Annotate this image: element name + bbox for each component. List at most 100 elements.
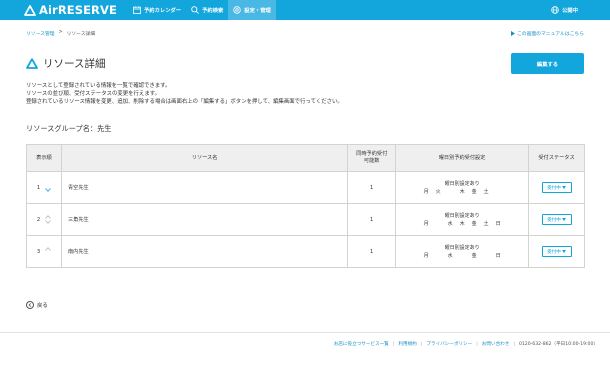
back-link[interactable]: 戻る bbox=[26, 301, 48, 309]
day-label: 金 bbox=[471, 220, 477, 227]
footer-separator: | bbox=[513, 341, 515, 347]
move-down-icon[interactable] bbox=[45, 188, 51, 192]
table-header-row: 表示順 リソース名 同時予約受付 可能数 曜日別予約受付設定 受付ステータス bbox=[26, 144, 585, 172]
breadcrumb-current: リソース詳細 bbox=[66, 32, 96, 37]
move-up-icon bbox=[45, 183, 51, 187]
table-row: 1 青空先生 1 曜日別設定あり 月 火 木 金 土 受付中 bbox=[26, 171, 585, 204]
weekday-note: 曜日別設定あり bbox=[444, 212, 480, 219]
manual-link-label: この画面のマニュアルはこちら bbox=[516, 32, 584, 37]
display-order-cell: 3 bbox=[26, 235, 62, 268]
app-header: AirRESERVE 予約カレンダー 予約検索 設定・管理 公開中 bbox=[0, 0, 610, 20]
publish-label: 公開中 bbox=[562, 8, 578, 14]
header-reception-status: 受付ステータス bbox=[528, 144, 585, 172]
breadcrumb-resource-management[interactable]: リソース管理 bbox=[26, 30, 55, 37]
footer-link-privacy[interactable]: プライバシーポリシー bbox=[426, 341, 472, 347]
footer-separator: | bbox=[476, 341, 478, 347]
table-row: 3 南内先生 1 曜日別設定あり 月 水 金 日 受付中 bbox=[26, 235, 585, 268]
nav-label: 予約カレンダー bbox=[144, 8, 182, 14]
weekday-settings-cell: 曜日別設定あり 月 水 木 金 土 日 bbox=[395, 203, 530, 236]
day-label: 月 bbox=[423, 188, 429, 195]
reception-status-cell: 受付中 bbox=[528, 235, 585, 268]
order-number: 1 bbox=[36, 184, 41, 191]
gear-icon bbox=[233, 6, 241, 14]
dropdown-triangle-icon bbox=[561, 250, 566, 253]
status-dropdown[interactable]: 受付中 bbox=[541, 182, 572, 193]
nav-settings-management[interactable]: 設定・管理 bbox=[228, 0, 276, 20]
logo-text: AirRESERVE bbox=[39, 3, 117, 17]
triangle-logo-icon bbox=[24, 4, 36, 16]
header-display-order: 表示順 bbox=[26, 144, 62, 172]
nav-reservation-calendar[interactable]: 予約カレンダー bbox=[128, 0, 186, 20]
header-resource-name: リソース名 bbox=[60, 144, 349, 172]
resource-name-cell: 南内先生 bbox=[60, 235, 349, 268]
footer-separator: | bbox=[420, 341, 423, 347]
globe-icon bbox=[551, 6, 559, 14]
move-up-icon[interactable] bbox=[45, 247, 51, 251]
day-label: 木 bbox=[459, 188, 465, 195]
day-label bbox=[480, 252, 492, 260]
weekday-settings-cell: 曜日別設定あり 月 水 金 日 bbox=[395, 235, 530, 268]
nav-reservation-search[interactable]: 予約検索 bbox=[186, 0, 228, 20]
page-title-row: リソース詳細 bbox=[26, 56, 105, 71]
page-description: リソースとして登録されている情報を一覧で確認できます。 リソースの並び順、受付ス… bbox=[26, 82, 343, 106]
description-line: リソースとして登録されている情報を一覧で確認できます。 bbox=[26, 83, 171, 89]
header-concurrent-line: 可能数 bbox=[363, 158, 380, 164]
day-label: 金 bbox=[471, 188, 477, 195]
footer: お店に役立つサービス一覧 | 利用規約 | プライバシーポリシー | お問い合わ… bbox=[334, 341, 598, 348]
day-label: 金 bbox=[471, 252, 477, 259]
weekday-days: 月 火 木 金 土 bbox=[396, 188, 528, 196]
day-label: 月 bbox=[423, 252, 429, 259]
day-label: 木 bbox=[459, 220, 465, 227]
header-weekday-settings: 曜日別予約受付設定 bbox=[395, 144, 530, 172]
day-label bbox=[432, 252, 444, 260]
weekday-note: 曜日別設定あり bbox=[444, 244, 480, 251]
move-down-icon[interactable] bbox=[45, 220, 51, 224]
back-arrow-icon bbox=[26, 301, 34, 309]
nav-label: 予約検索 bbox=[202, 8, 224, 14]
order-number: 2 bbox=[36, 216, 41, 223]
footer-divider bbox=[0, 332, 610, 333]
day-label: 土 bbox=[483, 188, 489, 195]
status-value: 受付中 bbox=[547, 249, 561, 255]
weekday-days: 月 水 金 日 bbox=[396, 252, 528, 260]
dropdown-triangle-icon bbox=[561, 218, 566, 221]
resource-name-cell: 青空先生 bbox=[60, 171, 349, 204]
breadcrumb-separator: > bbox=[58, 30, 63, 35]
footer-link-terms[interactable]: 利用規約 bbox=[398, 341, 416, 347]
header-concurrent-capacity: 同時予約受付 可能数 bbox=[347, 144, 397, 172]
table-row: 2 三角先生 1 曜日別設定あり 月 水 木 金 土 日 受付中 bbox=[26, 203, 585, 236]
manual-link[interactable]: この画面のマニュアルはこちら bbox=[510, 30, 584, 37]
weekday-settings-cell: 曜日別設定あり 月 火 木 金 土 bbox=[395, 171, 530, 204]
page-title: リソース詳細 bbox=[43, 58, 106, 70]
resource-name-cell: 三角先生 bbox=[60, 203, 349, 236]
display-order-cell: 2 bbox=[26, 203, 62, 236]
dropdown-triangle-icon bbox=[561, 186, 566, 189]
main-nav: 予約カレンダー 予約検索 設定・管理 bbox=[128, 0, 276, 20]
triangle-title-icon bbox=[26, 58, 38, 69]
order-number: 3 bbox=[36, 248, 41, 255]
day-label bbox=[432, 220, 444, 228]
reception-status-cell: 受付中 bbox=[528, 171, 585, 204]
play-arrow-icon bbox=[510, 31, 515, 36]
day-label: 月 bbox=[423, 220, 429, 227]
airreserve-logo[interactable]: AirRESERVE bbox=[24, 3, 117, 17]
day-label bbox=[492, 188, 504, 196]
status-dropdown[interactable]: 受付中 bbox=[541, 214, 572, 225]
move-down-icon bbox=[45, 252, 51, 256]
edit-button[interactable]: 編集する bbox=[511, 53, 584, 74]
footer-link-contact[interactable]: お問い合わせ bbox=[482, 341, 510, 347]
status-value: 受付中 bbox=[547, 217, 561, 223]
resource-group-name: リソースグループ名：先生 bbox=[26, 124, 112, 133]
header-concurrent-line: 同時予約受付 bbox=[356, 151, 388, 157]
day-label bbox=[456, 252, 468, 260]
back-label: 戻る bbox=[37, 303, 48, 309]
concurrent-capacity-cell: 1 bbox=[347, 171, 397, 204]
footer-separator: | bbox=[392, 341, 395, 347]
status-dropdown[interactable]: 受付中 bbox=[541, 246, 572, 257]
day-label bbox=[444, 188, 456, 196]
nav-label: 設定・管理 bbox=[244, 8, 271, 14]
publish-status[interactable]: 公開中 bbox=[551, 0, 578, 20]
day-label: 土 bbox=[483, 220, 489, 227]
move-up-icon[interactable] bbox=[45, 215, 51, 219]
footer-link-services[interactable]: お店に役立つサービス一覧 bbox=[334, 341, 389, 347]
